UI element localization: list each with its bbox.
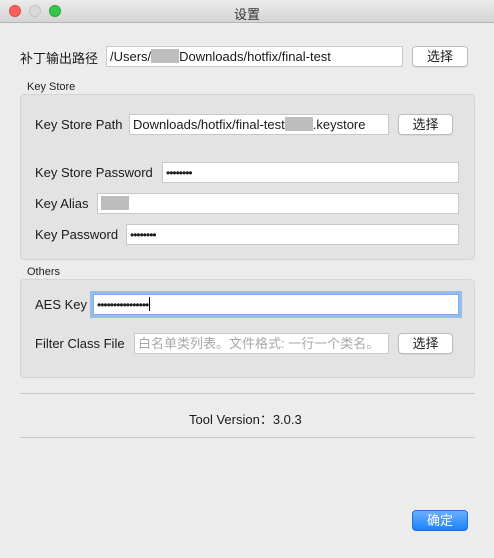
title-bar: 设置: [0, 0, 494, 23]
keystore-group-title: Key Store: [27, 81, 76, 93]
redacted-filename: [284, 117, 313, 131]
settings-window: 设置 补丁输出路径 /Users/Downloads/hotfix/final-…: [0, 0, 494, 558]
keystore-path-suffix: .keystore: [312, 117, 366, 132]
patch-path-choose-button[interactable]: 选择: [412, 46, 468, 67]
text-caret: [149, 297, 151, 311]
others-group-title: Others: [27, 266, 61, 278]
keystore-path-prefix: Downloads/hotfix/final-test: [133, 117, 285, 132]
keystore-path-label: Key Store Path: [35, 117, 123, 132]
keystore-path-choose-button[interactable]: 选择: [398, 114, 453, 135]
filter-class-file-choose-button[interactable]: 选择: [398, 333, 453, 354]
keystore-path-field[interactable]: Downloads/hotfix/final-test .keystore: [129, 114, 389, 135]
keystore-password-label: Key Store Password: [35, 165, 153, 180]
aes-key-value: ••••••••••••••••: [97, 298, 149, 312]
tool-version-value: 3.0.3: [272, 412, 302, 427]
key-alias-label: Key Alias: [35, 196, 89, 211]
ok-button[interactable]: 确定: [412, 510, 468, 531]
keystore-password-field[interactable]: ••••••••: [162, 162, 459, 183]
aes-key-label: AES Key: [35, 297, 88, 312]
redacted-username: [151, 49, 180, 63]
patch-path-prefix: /Users/: [110, 49, 152, 64]
divider-bottom: [20, 437, 475, 438]
filter-class-file-field[interactable]: 白名单类列表。文件格式: 一行一个类名。: [134, 333, 389, 354]
key-password-label: Key Password: [35, 227, 119, 242]
redacted-alias: [101, 196, 129, 210]
tool-version: Tool Version：3.0.3: [189, 409, 302, 428]
key-password-field[interactable]: ••••••••: [126, 224, 459, 245]
key-alias-field[interactable]: [97, 193, 459, 214]
patch-path-suffix: Downloads/hotfix/final-test: [179, 49, 331, 64]
tool-version-label: Tool Version：: [189, 412, 273, 427]
window-title: 设置: [233, 7, 260, 22]
aes-key-field[interactable]: ••••••••••••••••: [93, 294, 459, 315]
patch-output-path-label: 补丁输出路径: [20, 51, 99, 66]
divider-top: [20, 393, 475, 394]
filter-class-file-label: Filter Class File: [35, 336, 125, 351]
patch-output-path-field[interactable]: /Users/Downloads/hotfix/final-test: [106, 46, 403, 67]
